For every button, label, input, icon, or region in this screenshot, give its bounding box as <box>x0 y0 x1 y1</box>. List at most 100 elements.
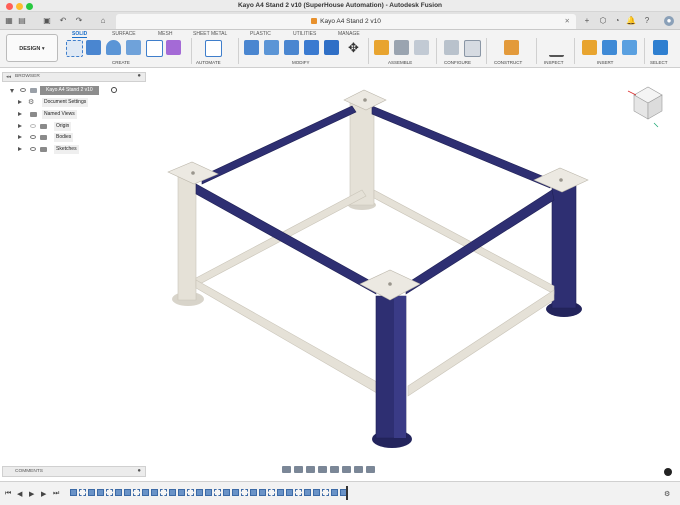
apps-grid-icon[interactable]: ▦ <box>4 16 14 26</box>
timeline-feature[interactable] <box>97 489 104 496</box>
configure-icon[interactable] <box>444 40 459 55</box>
group-automate[interactable]: AUTOMATE <box>196 60 221 65</box>
timeline-feature[interactable] <box>250 489 257 496</box>
panel-options-icon[interactable]: ● <box>137 73 141 79</box>
configuration-table-icon[interactable] <box>464 40 481 57</box>
user-avatar[interactable]: ● <box>664 16 674 26</box>
extrude-icon[interactable] <box>86 40 101 55</box>
insert-mesh-icon[interactable] <box>602 40 617 55</box>
orbit-icon[interactable] <box>282 466 291 473</box>
move-icon[interactable]: ✥ <box>346 40 361 55</box>
tab-manage[interactable]: MANAGE <box>338 31 360 37</box>
group-assemble[interactable]: ASSEMBLE <box>388 60 412 65</box>
file-menu-icon[interactable]: ▤ <box>17 16 27 26</box>
timeline-feature[interactable] <box>241 489 248 496</box>
job-status-icon[interactable]: ◔ <box>612 16 622 26</box>
go-to-start-icon[interactable]: ⏮ <box>5 490 11 498</box>
timeline-feature[interactable] <box>115 489 122 496</box>
timeline-feature[interactable] <box>331 489 338 496</box>
zoom-icon[interactable] <box>318 466 327 473</box>
undo-icon[interactable]: ↶ <box>58 16 68 26</box>
press-pull-icon[interactable] <box>244 40 259 55</box>
timeline-feature[interactable] <box>70 489 77 496</box>
group-create[interactable]: CREATE <box>112 60 130 65</box>
help-icon[interactable]: ? <box>642 16 652 26</box>
go-to-end-icon[interactable]: ⏭ <box>53 490 59 498</box>
chat-icon[interactable] <box>664 468 672 476</box>
expand-icon[interactable] <box>18 112 22 116</box>
joint-icon[interactable] <box>394 40 409 55</box>
visibility-icon[interactable] <box>30 135 36 139</box>
timeline-feature[interactable] <box>304 489 311 496</box>
play-icon[interactable]: ▶ <box>29 490 34 498</box>
new-tab-icon[interactable]: + <box>582 16 592 26</box>
redo-icon[interactable]: ↷ <box>74 16 84 26</box>
timeline-feature[interactable] <box>133 489 140 496</box>
insert-derive-icon[interactable] <box>582 40 597 55</box>
home-icon[interactable]: ⌂ <box>98 16 108 26</box>
browser-item-bodies[interactable]: Bodies <box>18 133 118 142</box>
create-form-icon[interactable] <box>166 40 181 55</box>
timeline-marker[interactable] <box>346 486 348 500</box>
group-insert[interactable]: INSERT <box>597 60 613 65</box>
timeline-feature[interactable] <box>259 489 266 496</box>
expand-icon[interactable] <box>10 89 14 93</box>
3d-viewport[interactable] <box>150 72 620 462</box>
tab-solid[interactable]: SOLID <box>72 31 88 38</box>
group-configure[interactable]: CONFIGURE <box>444 60 471 65</box>
browser-panel-header[interactable]: ◂◂ BROWSER ● <box>2 72 146 82</box>
timeline-settings-icon[interactable]: ⚙ <box>664 490 670 498</box>
activate-radio-icon[interactable] <box>111 87 117 93</box>
timeline-feature[interactable] <box>151 489 158 496</box>
visibility-icon[interactable] <box>30 147 36 151</box>
browser-item-document-settings[interactable]: ⚙ Document Settings <box>18 98 118 107</box>
collapse-panel-icon[interactable]: ◂◂ <box>6 74 11 80</box>
timeline-feature[interactable] <box>268 489 275 496</box>
notifications-icon[interactable]: 🔔 <box>626 16 636 26</box>
add-comment-icon[interactable]: ● <box>137 467 141 476</box>
timeline-feature[interactable] <box>196 489 203 496</box>
timeline-feature[interactable] <box>232 489 239 496</box>
select-arrow-icon[interactable] <box>653 40 668 55</box>
extensions-icon[interactable]: ⬡ <box>598 16 608 26</box>
combine-icon[interactable] <box>324 40 339 55</box>
grid-settings-icon[interactable] <box>354 466 363 473</box>
create-sketch-icon[interactable] <box>66 40 83 57</box>
group-modify[interactable]: MODIFY <box>292 60 310 65</box>
revolve-icon[interactable] <box>106 40 121 55</box>
new-component-icon[interactable] <box>374 40 389 55</box>
automate-icon[interactable] <box>205 40 222 57</box>
measure-icon[interactable] <box>549 40 564 57</box>
timeline-feature[interactable] <box>160 489 167 496</box>
expand-icon[interactable] <box>18 135 22 139</box>
offset-plane-icon[interactable] <box>504 40 519 55</box>
pattern-icon[interactable] <box>146 40 163 57</box>
timeline-feature[interactable] <box>286 489 293 496</box>
expand-icon[interactable] <box>18 124 22 128</box>
expand-icon[interactable] <box>18 100 22 104</box>
browser-item-origin[interactable]: Origin <box>18 122 118 131</box>
document-tab[interactable]: Kayo A4 Stand 2 v10 ✕ <box>116 14 576 29</box>
timeline-feature[interactable] <box>178 489 185 496</box>
timeline-feature[interactable] <box>205 489 212 496</box>
hole-icon[interactable] <box>126 40 141 55</box>
tab-plastic[interactable]: PLASTIC <box>250 31 271 37</box>
browser-item-named-views[interactable]: Named Views <box>18 110 118 119</box>
save-icon[interactable]: ▣ <box>42 16 52 26</box>
viewports-icon[interactable] <box>366 466 375 473</box>
group-inspect[interactable]: INSPECT <box>544 60 564 65</box>
pan-icon[interactable] <box>306 466 315 473</box>
timeline-feature[interactable] <box>88 489 95 496</box>
timeline-feature[interactable] <box>214 489 221 496</box>
timeline-feature[interactable] <box>79 489 86 496</box>
browser-root-item[interactable]: Kayo A4 Stand 2 v10 <box>10 86 125 95</box>
shell-icon[interactable] <box>304 40 319 55</box>
timeline-feature[interactable] <box>313 489 320 496</box>
tab-mesh[interactable]: MESH <box>158 31 172 37</box>
chamfer-icon[interactable] <box>284 40 299 55</box>
insert-canvas-icon[interactable] <box>622 40 637 55</box>
tab-sheet-metal[interactable]: SHEET METAL <box>193 31 227 37</box>
timeline-feature[interactable] <box>187 489 194 496</box>
group-construct[interactable]: CONSTRUCT <box>494 60 522 65</box>
timeline-feature[interactable] <box>169 489 176 496</box>
